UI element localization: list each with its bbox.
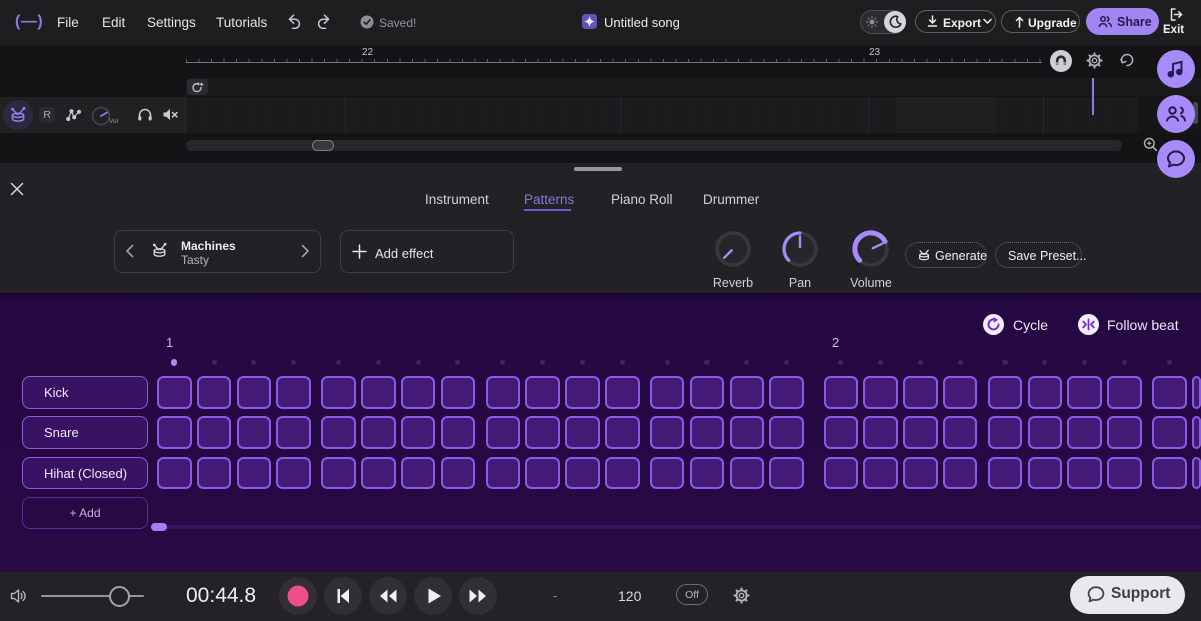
svg-text:Vol: Vol bbox=[109, 118, 119, 125]
